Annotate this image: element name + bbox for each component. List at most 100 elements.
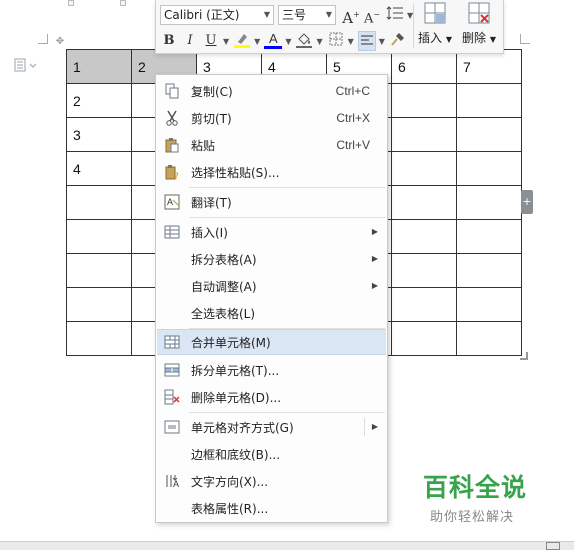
menu-item-table-properties[interactable]: 表格属性(R)... bbox=[157, 495, 386, 521]
table-cell[interactable]: 7 bbox=[456, 49, 522, 84]
toolbar-divider bbox=[413, 4, 414, 48]
split-cells-icon bbox=[157, 357, 187, 383]
shading-button[interactable] bbox=[295, 31, 313, 51]
grow-font-button[interactable]: A+ bbox=[342, 5, 360, 27]
menu-item-cell-alignment[interactable]: 单元格对齐方式(G) ▶ bbox=[157, 414, 386, 440]
table-cell[interactable] bbox=[456, 287, 522, 322]
table-cell[interactable] bbox=[456, 253, 522, 288]
table-cell[interactable] bbox=[456, 321, 522, 356]
borders-button[interactable] bbox=[327, 31, 345, 51]
chevron-down-icon[interactable]: ▼ bbox=[316, 37, 322, 46]
text-direction-icon: A bbox=[157, 468, 187, 494]
delete-cells-icon bbox=[157, 384, 187, 410]
table-cell[interactable]: 6 bbox=[391, 49, 457, 84]
menu-item-label: 选择性粘贴(S)... bbox=[191, 165, 280, 180]
table-cell[interactable] bbox=[66, 185, 132, 220]
table-cell[interactable] bbox=[391, 151, 457, 186]
underline-button[interactable]: U bbox=[202, 31, 220, 51]
menu-item-copy[interactable]: 复制(C) Ctrl+C bbox=[157, 78, 386, 104]
table-cell[interactable]: 1 bbox=[66, 49, 132, 84]
table-cell[interactable] bbox=[456, 117, 522, 152]
table-cell[interactable] bbox=[391, 321, 457, 356]
font-color-label: A bbox=[268, 31, 278, 46]
page-corner-left bbox=[38, 34, 48, 44]
table-move-handle-icon[interactable]: ✥ bbox=[54, 36, 66, 48]
table-cell[interactable] bbox=[456, 83, 522, 118]
view-mode-icon[interactable] bbox=[546, 542, 560, 550]
table-cell[interactable] bbox=[391, 219, 457, 254]
menu-item-translate[interactable]: A 翻译(T) bbox=[157, 189, 386, 215]
menu-item-paste[interactable]: 粘贴 Ctrl+V bbox=[157, 132, 386, 158]
menu-item-autofit[interactable]: 自动调整(A) ▶ bbox=[157, 273, 386, 299]
highlight-button[interactable] bbox=[233, 31, 251, 51]
menu-item-label: 自动调整(A) bbox=[191, 279, 257, 294]
submenu-arrow-icon: ▶ bbox=[371, 254, 378, 263]
font-size-select[interactable]: 三号 ▼ bbox=[278, 5, 336, 25]
menu-item-delete-cells[interactable]: 删除单元格(D)... bbox=[157, 384, 386, 410]
format-painter-button[interactable] bbox=[389, 31, 407, 51]
menu-item-paste-special[interactable]: ? 选择性粘贴(S)... bbox=[157, 159, 386, 185]
table-cell[interactable] bbox=[456, 151, 522, 186]
menu-item-label: 翻译(T) bbox=[191, 195, 232, 210]
table-cell[interactable] bbox=[456, 185, 522, 220]
chevron-down-icon: ▼ bbox=[489, 35, 496, 44]
table-cell[interactable]: 2 bbox=[66, 83, 132, 118]
menu-item-text-direction[interactable]: A 文字方向(X)... bbox=[157, 468, 386, 494]
table-cell[interactable] bbox=[66, 321, 132, 356]
table-cell[interactable] bbox=[66, 219, 132, 254]
shrink-font-button[interactable]: A− bbox=[363, 5, 381, 26]
table-cell[interactable] bbox=[391, 253, 457, 288]
submenu-arrow-icon: ▶ bbox=[371, 227, 378, 236]
bold-button[interactable]: B bbox=[160, 31, 178, 51]
borders-icon bbox=[329, 32, 343, 46]
font-name-value: Calibri (正文) bbox=[164, 8, 240, 22]
table-cell[interactable] bbox=[391, 287, 457, 322]
insert-button[interactable]: 插入 ▼ bbox=[415, 2, 455, 46]
menu-item-split-table[interactable]: 拆分表格(A) ▶ bbox=[157, 246, 386, 272]
ruler-indent-marker[interactable] bbox=[68, 0, 74, 6]
paint-bucket-icon bbox=[296, 33, 313, 48]
table-cell[interactable]: 3 bbox=[66, 117, 132, 152]
menu-icon-spacer bbox=[157, 441, 187, 467]
delete-button[interactable]: 删除 ▼ bbox=[459, 2, 499, 46]
context-menu: 复制(C) Ctrl+C 剪切(T) Ctrl+X 粘贴 Ctrl+V ? 选择… bbox=[155, 74, 388, 523]
table-cell[interactable] bbox=[456, 219, 522, 254]
menu-item-borders-shading[interactable]: 边框和底纹(B)... bbox=[157, 441, 386, 467]
menu-item-cut[interactable]: 剪切(T) Ctrl+X bbox=[157, 105, 386, 131]
table-cell[interactable] bbox=[66, 253, 132, 288]
menu-item-split-cells[interactable]: 拆分单元格(T)... bbox=[157, 357, 386, 383]
copy-icon bbox=[157, 78, 187, 104]
font-color-button[interactable]: A bbox=[264, 31, 283, 51]
cut-icon bbox=[157, 105, 187, 131]
chevron-down-icon[interactable]: ▼ bbox=[348, 37, 354, 46]
table-cell[interactable] bbox=[391, 117, 457, 152]
menu-item-label: 插入(I) bbox=[191, 225, 228, 240]
page-corner-right bbox=[520, 34, 530, 44]
chevron-down-icon[interactable]: ▼ bbox=[285, 37, 291, 46]
menu-item-insert[interactable]: 插入(I) ▶ bbox=[157, 219, 386, 245]
italic-button[interactable]: I bbox=[181, 31, 199, 51]
add-column-handle-icon[interactable]: + bbox=[521, 190, 533, 214]
table-cell[interactable] bbox=[391, 185, 457, 220]
align-button[interactable] bbox=[357, 31, 376, 51]
menu-item-label: 复制(C) bbox=[191, 84, 233, 99]
menu-item-select-table[interactable]: 全选表格(L) bbox=[157, 300, 386, 326]
table-cell[interactable] bbox=[391, 83, 457, 118]
table-cell[interactable]: 4 bbox=[66, 151, 132, 186]
table-cell[interactable] bbox=[66, 287, 132, 322]
chevron-down-icon[interactable]: ▼ bbox=[254, 37, 260, 46]
chevron-down-icon[interactable]: ▼ bbox=[223, 37, 229, 46]
menu-icon-spacer bbox=[157, 300, 187, 326]
watermark-title: 百科全说 bbox=[423, 473, 528, 502]
submenu-divider bbox=[364, 418, 365, 436]
menu-item-shortcut: Ctrl+X bbox=[336, 111, 370, 125]
menu-item-merge-cells[interactable]: 合并单元格(M) bbox=[157, 329, 386, 355]
font-name-select[interactable]: Calibri (正文) ▼ bbox=[160, 5, 274, 25]
chevron-down-icon[interactable]: ▼ bbox=[379, 37, 385, 46]
table-resize-handle[interactable] bbox=[520, 352, 528, 360]
line-spacing-button[interactable] bbox=[386, 5, 404, 25]
ruler-tab-marker[interactable] bbox=[120, 0, 126, 6]
paragraph-layout-icon[interactable] bbox=[14, 57, 40, 73]
menu-separator bbox=[189, 217, 385, 218]
svg-text:A: A bbox=[173, 479, 179, 489]
